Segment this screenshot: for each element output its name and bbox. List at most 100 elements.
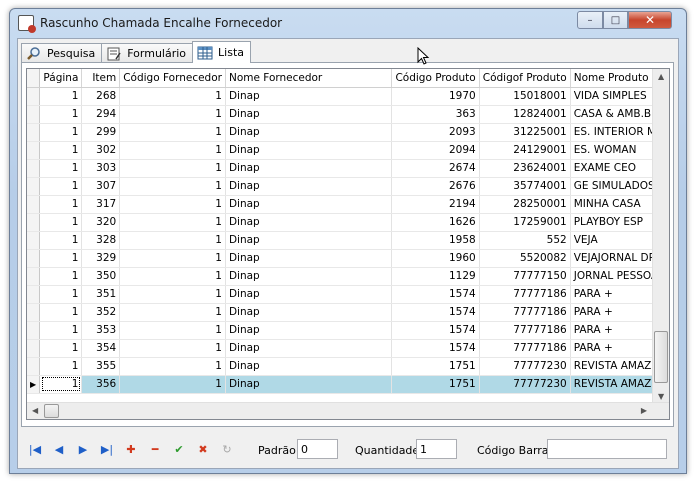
cell-codigo-fornecedor[interactable]: 1 [119, 159, 226, 178]
scroll-left-icon[interactable]: ◀ [32, 406, 38, 415]
column-header-codigof-produto[interactable]: Códigof Produto [479, 69, 571, 88]
cell-item[interactable]: 329 [81, 249, 121, 268]
cell-item[interactable]: 317 [81, 195, 121, 214]
column-header-codigo-fornecedor[interactable]: Código Fornecedor [119, 69, 226, 88]
row-indicator[interactable] [27, 123, 41, 142]
cell-item[interactable]: 294 [81, 105, 121, 124]
cell-item[interactable]: 302 [81, 141, 121, 160]
cell-codigo-produto[interactable]: 1751 [391, 375, 480, 394]
row-indicator[interactable] [27, 105, 41, 124]
vertical-scroll-thumb[interactable] [654, 331, 668, 383]
cell-codigo-produto[interactable]: 2194 [391, 195, 480, 214]
cell-codigo-produto[interactable]: 2676 [391, 177, 480, 196]
table-row[interactable]: 1 268 1 Dinap 1970 15018001 VIDA SIMPLES [27, 87, 669, 106]
table-row[interactable]: 1 320 1 Dinap 1626 17259001 PLAYBOY ESP [27, 213, 669, 232]
cell-codigof-produto[interactable]: 77777230 [479, 375, 571, 394]
cell-codigo-produto[interactable]: 2094 [391, 141, 480, 160]
cell-pagina[interactable]: 1 [39, 375, 83, 394]
cell-codigof-produto[interactable]: 552 [479, 231, 571, 250]
cell-item[interactable]: 299 [81, 123, 121, 142]
cell-nome-fornecedor[interactable]: Dinap [225, 339, 393, 358]
row-indicator[interactable] [27, 339, 41, 358]
cell-codigof-produto[interactable]: 35774001 [479, 177, 571, 196]
column-header-item[interactable]: Item [81, 69, 121, 88]
previous-record-icon[interactable]: ◀ [52, 443, 66, 457]
cell-item[interactable]: 268 [81, 87, 121, 106]
table-row[interactable]: 1 353 1 Dinap 1574 77777186 PARA + [27, 321, 669, 340]
cell-codigo-produto[interactable]: 1574 [391, 303, 480, 322]
cell-codigof-produto[interactable]: 77777186 [479, 321, 571, 340]
cell-nome-fornecedor[interactable]: Dinap [225, 159, 393, 178]
cell-pagina[interactable]: 1 [39, 267, 83, 286]
cell-pagina[interactable]: 1 [39, 285, 83, 304]
cell-codigo-fornecedor[interactable]: 1 [119, 105, 226, 124]
cell-codigo-produto[interactable]: 1574 [391, 285, 480, 304]
cell-pagina[interactable]: 1 [39, 195, 83, 214]
cell-codigof-produto[interactable]: 15018001 [479, 87, 571, 106]
insert-record-icon[interactable]: ✚ [124, 443, 138, 457]
cell-nome-fornecedor[interactable]: Dinap [225, 141, 393, 160]
cell-codigo-produto[interactable]: 1958 [391, 231, 480, 250]
table-row[interactable]: 1 350 1 Dinap 1129 77777150 JORNAL PESSOA [27, 267, 669, 286]
cell-nome-fornecedor[interactable]: Dinap [225, 375, 393, 394]
cell-codigof-produto[interactable]: 77777186 [479, 285, 571, 304]
cell-codigo-fornecedor[interactable]: 1 [119, 375, 226, 394]
cell-nome-fornecedor[interactable]: Dinap [225, 213, 393, 232]
first-record-icon[interactable]: |◀ [28, 443, 42, 457]
row-indicator[interactable]: ▶ [27, 375, 41, 394]
row-indicator[interactable] [27, 285, 41, 304]
table-row[interactable]: 1 307 1 Dinap 2676 35774001 GE SIMULADOS [27, 177, 669, 196]
table-row[interactable]: 1 355 1 Dinap 1751 77777230 REVISTA AMAZO [27, 357, 669, 376]
cell-item[interactable]: 320 [81, 213, 121, 232]
scroll-right-icon[interactable]: ▶ [641, 406, 647, 415]
cell-codigof-produto[interactable]: 77777150 [479, 267, 571, 286]
row-indicator[interactable] [27, 303, 41, 322]
tab-formulario[interactable]: Formulário [101, 43, 194, 63]
cell-codigo-produto[interactable]: 1574 [391, 339, 480, 358]
row-indicator[interactable] [27, 249, 41, 268]
table-row[interactable]: 1 328 1 Dinap 1958 552 VEJA [27, 231, 669, 250]
cell-codigo-fornecedor[interactable]: 1 [119, 267, 226, 286]
vertical-scrollbar[interactable]: ▲ ▼ [652, 69, 669, 404]
cell-codigo-produto[interactable]: 2093 [391, 123, 480, 142]
refresh-icon[interactable]: ↻ [220, 443, 234, 457]
cell-codigo-fornecedor[interactable]: 1 [119, 87, 226, 106]
cell-codigo-fornecedor[interactable]: 1 [119, 177, 226, 196]
cell-nome-fornecedor[interactable]: Dinap [225, 231, 393, 250]
row-indicator[interactable] [27, 321, 41, 340]
cell-pagina[interactable]: 1 [39, 321, 83, 340]
cell-codigo-fornecedor[interactable]: 1 [119, 213, 226, 232]
cell-codigo-produto[interactable]: 1626 [391, 213, 480, 232]
cancel-record-icon[interactable]: ✖ [196, 443, 210, 457]
cell-nome-fornecedor[interactable]: Dinap [225, 87, 393, 106]
table-row[interactable]: 1 299 1 Dinap 2093 31225001 ES. INTERIOR MI [27, 123, 669, 142]
cell-pagina[interactable]: 1 [39, 213, 83, 232]
table-row[interactable]: 1 317 1 Dinap 2194 28250001 MINHA CASA [27, 195, 669, 214]
cell-codigo-produto[interactable]: 363 [391, 105, 480, 124]
row-indicator[interactable] [27, 195, 41, 214]
horizontal-scrollbar[interactable]: ◀ ▶ [27, 402, 669, 419]
cell-codigof-produto[interactable]: 31225001 [479, 123, 571, 142]
row-indicator[interactable] [27, 159, 41, 178]
cell-item[interactable]: 352 [81, 303, 121, 322]
cell-nome-fornecedor[interactable]: Dinap [225, 267, 393, 286]
cell-nome-fornecedor[interactable]: Dinap [225, 249, 393, 268]
table-row[interactable]: 1 351 1 Dinap 1574 77777186 PARA + [27, 285, 669, 304]
cell-pagina[interactable]: 1 [39, 141, 83, 160]
cell-item[interactable]: 354 [81, 339, 121, 358]
table-row[interactable]: 1 352 1 Dinap 1574 77777186 PARA + [27, 303, 669, 322]
row-indicator[interactable] [27, 87, 41, 106]
cell-pagina[interactable]: 1 [39, 105, 83, 124]
cell-codigo-fornecedor[interactable]: 1 [119, 357, 226, 376]
cell-item[interactable]: 328 [81, 231, 121, 250]
cell-item[interactable]: 351 [81, 285, 121, 304]
row-indicator[interactable] [27, 231, 41, 250]
table-row[interactable]: 1 354 1 Dinap 1574 77777186 PARA + [27, 339, 669, 358]
cell-pagina[interactable]: 1 [39, 177, 83, 196]
horizontal-scroll-thumb[interactable] [44, 404, 59, 418]
last-record-icon[interactable]: ▶| [100, 443, 114, 457]
quantidade-input[interactable] [416, 439, 457, 459]
minimize-button[interactable]: – [577, 11, 603, 29]
cell-codigof-produto[interactable]: 17259001 [479, 213, 571, 232]
cell-codigo-fornecedor[interactable]: 1 [119, 141, 226, 160]
